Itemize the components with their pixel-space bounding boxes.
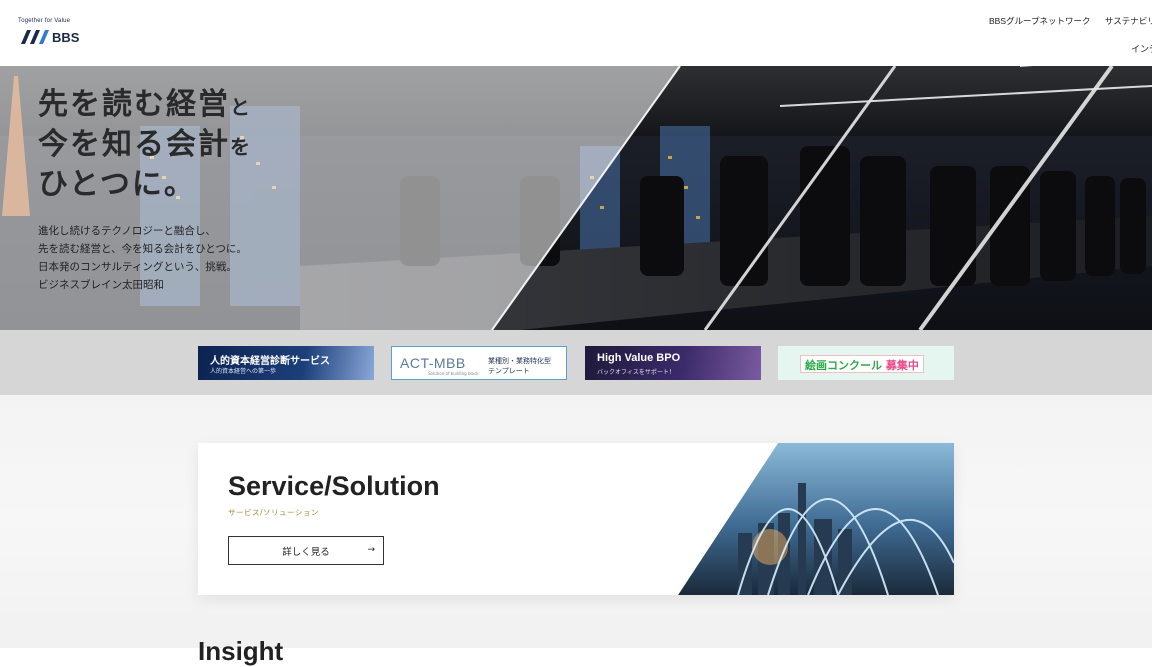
- hero-headline-block: 先を読む経営と 今を知る会計を ひとつに。: [38, 86, 252, 206]
- act-mbb-logo: ACT-MBB: [400, 355, 466, 371]
- bbs-logo[interactable]: Together for Value BBS: [18, 18, 98, 50]
- site-header: Together for Value BBS BBSグループネットワーク サステ…: [0, 0, 1152, 66]
- logo-mark-icon: [21, 30, 49, 44]
- service-details-button[interactable]: 詳しく見る →: [228, 536, 384, 565]
- service-solution-card: Service/Solution サービス/ソリューション 詳しく見る →: [198, 443, 954, 595]
- logo-tagline: Together for Value: [18, 18, 71, 24]
- nav-item-secondary[interactable]: インデックス: [1131, 42, 1152, 56]
- hero-body-text: 進化し続けるテクノロジーと融合し、 先を読む経営と、今を知る会計をひとつに。 日…: [38, 225, 247, 291]
- insight-heading: Insight: [198, 636, 284, 666]
- banner-strip: 人的資本経営診断サービス 人的資本経営への第一歩 ACT-MBB Solutio…: [0, 330, 1152, 395]
- hero-headline: 先を読む経営と 今を知る会計を ひとつに。: [38, 87, 252, 202]
- banner-act-mbb[interactable]: ACT-MBB Solution of building block 業種別・業…: [391, 346, 567, 380]
- banner-high-value-bpo[interactable]: High Value BPO バックオフィスをサポート！: [585, 346, 761, 380]
- arrow-right-icon: →: [367, 545, 375, 555]
- service-cityscape-image: [678, 443, 954, 595]
- service-title: Service/Solution: [228, 471, 440, 501]
- hero-section: 先を読む経営と 今を知る会計を ひとつに。 進化し続けるテクノロジーと融合し、 …: [0, 66, 1152, 330]
- top-nav: BBSグループネットワーク サステナビリティ: [989, 15, 1152, 29]
- service-subtitle: サービス/ソリューション: [228, 508, 319, 517]
- logo-wordmark: BBS: [52, 30, 80, 45]
- nav-item-sustainability[interactable]: サステナビリティ: [1105, 15, 1152, 27]
- banner-painting-contest[interactable]: 絵画コンクール 募集中: [778, 346, 954, 380]
- nav-item-group-network[interactable]: BBSグループネットワーク: [989, 15, 1091, 27]
- banner-human-capital[interactable]: 人的資本経営診断サービス 人的資本経営への第一歩: [198, 346, 374, 380]
